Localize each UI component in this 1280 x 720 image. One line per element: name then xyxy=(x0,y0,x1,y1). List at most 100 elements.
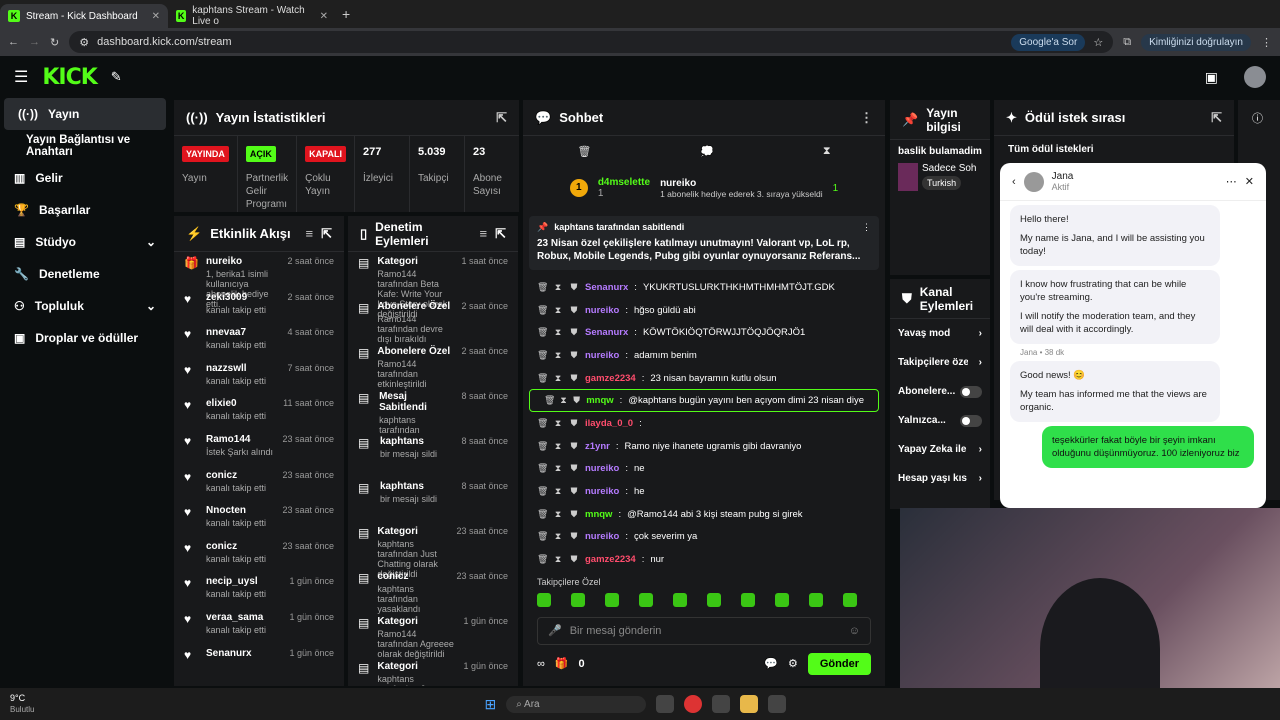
emote[interactable] xyxy=(673,592,687,607)
emote[interactable] xyxy=(843,592,857,607)
pin-tool-icon[interactable]: ✎ xyxy=(111,69,122,85)
extensions-icon[interactable]: ⧉ xyxy=(1123,36,1131,49)
hourglass-icon[interactable]: ⧗ xyxy=(553,554,563,565)
chat-username[interactable]: nureiko xyxy=(585,463,619,474)
sidebar-item-gelir[interactable]: ▥ Gelir xyxy=(0,162,170,194)
shield-icon[interactable]: ⛊ xyxy=(569,418,579,429)
close-icon[interactable]: ✕ xyxy=(1245,175,1254,188)
channel-action[interactable]: Abonelere... xyxy=(890,377,990,406)
forward-icon[interactable]: → xyxy=(29,36,40,48)
expand-icon[interactable]: ⇱ xyxy=(1211,110,1222,126)
back-icon[interactable]: ← xyxy=(8,36,19,48)
channel-action[interactable]: Hesap yaşı kıs › xyxy=(890,464,990,493)
hourglass-icon[interactable]: ⧗ xyxy=(823,145,831,158)
trash-icon[interactable]: 🗑 xyxy=(537,486,548,497)
app-icon[interactable] xyxy=(712,695,731,713)
shield-icon[interactable]: ⛊ xyxy=(573,395,580,406)
shield-icon[interactable]: ⛊ xyxy=(569,350,579,361)
new-tab-button[interactable]: + xyxy=(342,6,350,22)
google-ask-button[interactable]: Google'a Sor xyxy=(1011,33,1086,51)
filter-icon[interactable]: ≡ xyxy=(480,226,488,241)
emote[interactable] xyxy=(707,592,721,607)
channel-action[interactable]: Yalnızca... xyxy=(890,406,990,435)
shield-icon[interactable]: ⛊ xyxy=(569,327,579,338)
chat-username[interactable]: ilayda_0_0 xyxy=(585,418,633,429)
shield-icon[interactable]: ⛊ xyxy=(569,486,579,497)
hamburger-menu-icon[interactable]: ☰ xyxy=(14,67,28,87)
trash-icon[interactable]: 🗑 xyxy=(537,554,548,565)
shield-icon[interactable]: ⛊ xyxy=(569,509,579,520)
hourglass-icon[interactable]: ⧗ xyxy=(553,486,563,497)
trash-icon[interactable]: 🗑 xyxy=(537,531,548,542)
expand-icon[interactable]: ⇱ xyxy=(321,226,332,242)
sidebar-item-stream-key[interactable]: Yayın Bağlantısı ve Anahtarı xyxy=(0,130,170,162)
close-tab-icon[interactable]: ✕ xyxy=(320,11,328,22)
hourglass-icon[interactable]: ⧗ xyxy=(553,463,563,474)
trash-icon[interactable]: 🗑 xyxy=(537,373,548,384)
expand-icon[interactable]: ⇱ xyxy=(496,110,507,126)
chrome-icon[interactable] xyxy=(684,695,703,713)
tab-kaphtans-stream[interactable]: Kkaphtans Stream - Watch Live o ✕ xyxy=(168,4,336,28)
hourglass-icon[interactable]: ⧗ xyxy=(553,282,563,293)
trash-icon[interactable]: 🗑 xyxy=(537,463,548,474)
emote[interactable] xyxy=(537,592,551,607)
chat-username[interactable]: gamze2234 xyxy=(585,554,636,565)
speech-icon[interactable]: 💭 xyxy=(700,145,714,158)
chat-username[interactable]: nureiko xyxy=(585,350,619,361)
trash-icon[interactable]: 🗑 xyxy=(577,145,591,158)
hourglass-icon[interactable]: ⧗ xyxy=(553,373,563,384)
windows-start-icon[interactable]: ⊞ xyxy=(484,696,496,713)
app-icon[interactable] xyxy=(768,695,787,713)
emote[interactable] xyxy=(775,592,789,607)
chat-username[interactable]: gamze2234 xyxy=(585,373,636,384)
gift-icon[interactable]: 🎁 xyxy=(555,657,569,670)
trash-icon[interactable]: 🗑 xyxy=(537,305,548,316)
toggle-switch[interactable] xyxy=(960,385,982,398)
emote[interactable] xyxy=(741,592,755,607)
site-info-icon[interactable]: ⚙ xyxy=(79,36,89,49)
taskbar-search[interactable]: ⌕ Ara xyxy=(506,695,647,713)
hourglass-icon[interactable]: ⧗ xyxy=(553,327,563,338)
address-bar[interactable]: ⚙ dashboard.kick.com/stream Google'a Sor ☆ xyxy=(69,31,1114,53)
chat-username[interactable]: nureiko xyxy=(585,305,619,316)
hourglass-icon[interactable]: ⧗ xyxy=(553,305,563,316)
hourglass-icon[interactable]: ⧗ xyxy=(553,350,563,361)
sidebar-item-studyo[interactable]: ▤ Stüdyo ⌄ xyxy=(0,226,170,258)
weather-widget[interactable]: 9°C Bulutlu xyxy=(10,693,34,715)
unpin-icon[interactable]: ⋮ xyxy=(862,222,871,233)
chat-username[interactable]: Senanurx xyxy=(585,327,628,338)
reload-icon[interactable]: ↻ xyxy=(50,36,59,49)
trash-icon[interactable]: 🗑 xyxy=(537,327,548,338)
menu-dots-icon[interactable]: ⋮ xyxy=(1261,36,1272,49)
trash-icon[interactable]: 🗑 xyxy=(537,509,548,520)
info-icon[interactable]: ⓘ xyxy=(1238,100,1280,136)
hourglass-icon[interactable]: ⧗ xyxy=(553,418,563,429)
chat-username[interactable]: nureiko xyxy=(585,486,619,497)
avatar[interactable] xyxy=(1244,66,1266,88)
chat-username[interactable]: mnqw xyxy=(585,509,612,520)
identity-button[interactable]: Kimliğinizi doğrulayın xyxy=(1141,33,1251,51)
hourglass-icon[interactable]: ⧗ xyxy=(560,395,567,406)
bookmark-star-icon[interactable]: ☆ xyxy=(1093,36,1103,49)
all-requests-link[interactable]: Tüm ödül istekleri xyxy=(994,136,1234,163)
channel-action[interactable]: Takipçilere öze › xyxy=(890,348,990,377)
expand-icon[interactable]: ⇱ xyxy=(495,226,506,242)
channel-action[interactable]: Yavaş mod › xyxy=(890,319,990,348)
hourglass-icon[interactable]: ⧗ xyxy=(553,509,563,520)
trash-icon[interactable]: 🗑 xyxy=(537,282,548,293)
chat-input[interactable]: 🎤 Bir mesaj gönderin ☺ xyxy=(537,616,871,645)
gear-icon[interactable]: ⚙ xyxy=(788,657,798,670)
chat-username[interactable]: mnqw xyxy=(586,395,613,406)
shield-icon[interactable]: ⛊ xyxy=(569,463,579,474)
chat-username[interactable]: z1ynr xyxy=(585,441,610,452)
shield-icon[interactable]: ⛊ xyxy=(569,441,579,452)
emote[interactable] xyxy=(639,592,653,607)
menu-dots-icon[interactable]: ⋯ xyxy=(1226,175,1237,188)
shield-icon[interactable]: ⛊ xyxy=(569,282,579,293)
emote[interactable] xyxy=(571,592,585,607)
emoji-icon[interactable]: ☺ xyxy=(849,625,860,637)
chat-username[interactable]: nureiko xyxy=(585,531,619,542)
sidebar-item-denetleme[interactable]: 🔧 Denetleme xyxy=(0,258,170,290)
chat-username[interactable]: Senanurx xyxy=(585,282,628,293)
points-icon[interactable]: ∞ xyxy=(537,658,545,670)
